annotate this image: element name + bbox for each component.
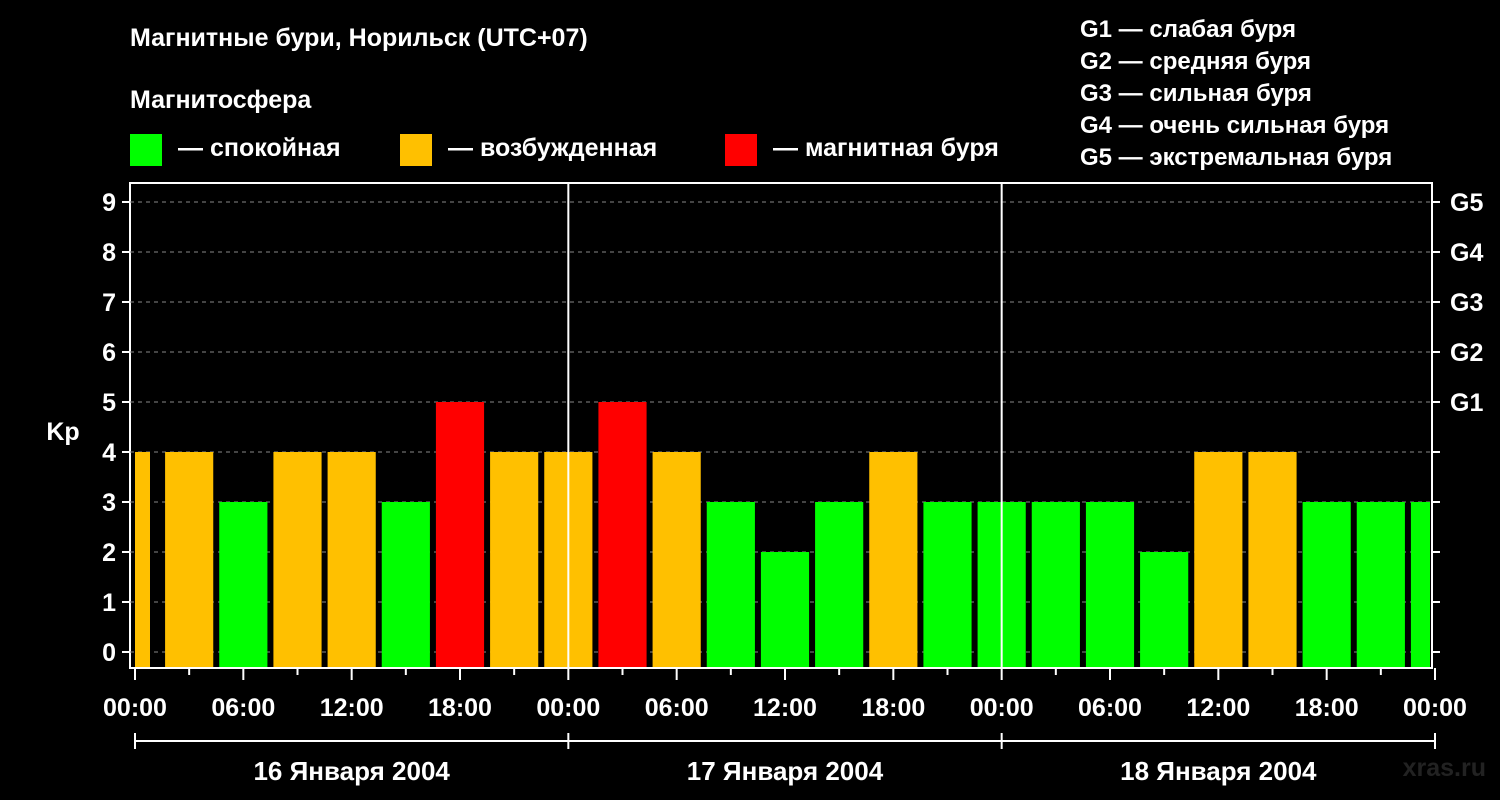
y-tick-label: 6 <box>102 339 116 367</box>
kp-bar <box>327 452 376 667</box>
kp-bar <box>923 502 972 667</box>
kp-bar <box>1085 502 1135 667</box>
kp-bar <box>1302 502 1351 667</box>
kp-bar <box>869 452 918 667</box>
right-axis-label: G4 <box>1450 239 1483 267</box>
y-tick-label: 0 <box>102 639 116 667</box>
x-tick-label: 06:00 <box>645 694 709 722</box>
x-tick-label: 12:00 <box>320 694 384 722</box>
kp-bar <box>1410 502 1430 667</box>
y-tick-label: 7 <box>102 289 116 317</box>
kp-bar <box>135 452 150 667</box>
right-axis-label: G5 <box>1450 189 1483 217</box>
kp-bar <box>435 402 485 667</box>
right-axis-label: G3 <box>1450 289 1483 317</box>
y-tick-label: 3 <box>102 489 116 517</box>
x-tick-label: 12:00 <box>753 694 817 722</box>
day-label: 18 Января 2004 <box>1120 756 1317 786</box>
y-tick-label: 1 <box>102 589 116 617</box>
kp-bar <box>1194 452 1243 667</box>
x-tick-label: 06:00 <box>1078 694 1142 722</box>
y-tick-label: 9 <box>102 189 116 217</box>
kp-bar-chart: 0 1 2 3 4 5 6 7 8 9 G1 G2 G3 G4 G5 Kp 00:00 06:00 12:00 18:… <box>46 182 1483 786</box>
x-tick-label: 18:00 <box>861 694 925 722</box>
kp-bar <box>1356 502 1405 667</box>
y-tick-label: 5 <box>102 389 116 417</box>
kp-bar <box>652 452 701 667</box>
kp-bar <box>1140 552 1189 667</box>
x-tick-label: 00:00 <box>103 694 167 722</box>
x-tick-label: 00:00 <box>1403 694 1467 722</box>
right-axis-label: G1 <box>1450 389 1483 417</box>
kp-bar <box>381 502 430 667</box>
y-tick-label: 2 <box>102 539 116 567</box>
right-axis-label: G2 <box>1450 339 1483 367</box>
x-tick-label: 12:00 <box>1186 694 1250 722</box>
x-tick-label: 06:00 <box>211 694 275 722</box>
kp-bar <box>1248 452 1297 667</box>
x-tick-label: 18:00 <box>428 694 492 722</box>
day-label: 16 Января 2004 <box>253 756 450 786</box>
y-axis-title: Kp <box>46 418 79 446</box>
day-label: 17 Января 2004 <box>687 756 884 786</box>
kp-bar <box>706 502 755 667</box>
kp-bar <box>815 502 864 667</box>
kp-bar <box>273 452 322 667</box>
watermark: xras.ru <box>1402 754 1486 782</box>
kp-bar <box>165 452 214 667</box>
kp-bar <box>598 402 647 667</box>
y-tick-label: 8 <box>102 239 116 267</box>
kp-bar <box>219 502 268 667</box>
x-tick-label: 18:00 <box>1295 694 1359 722</box>
kp-bar <box>1031 502 1080 667</box>
kp-bar <box>760 552 810 667</box>
x-tick-label: 00:00 <box>536 694 600 722</box>
kp-bar <box>490 452 539 667</box>
x-tick-label: 00:00 <box>970 694 1034 722</box>
y-tick-label: 4 <box>102 439 116 467</box>
